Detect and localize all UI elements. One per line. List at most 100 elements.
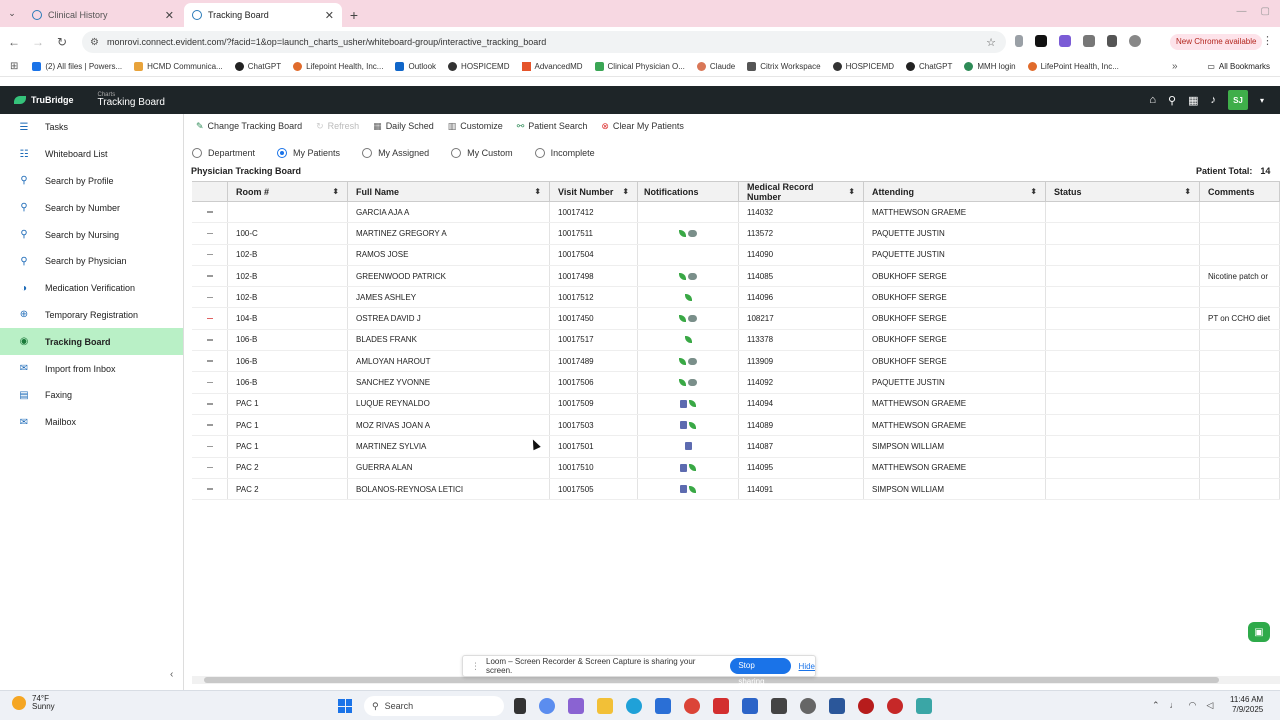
cell-notifications[interactable] <box>638 436 739 457</box>
daily-sched-button[interactable]: ▦ Daily Sched <box>373 121 434 132</box>
cell-full-name[interactable]: OSTREA DAVID J <box>348 308 550 329</box>
customize-button[interactable]: ▥ Customize <box>448 121 503 132</box>
windows-start-icon[interactable] <box>338 699 352 713</box>
cell-visit-number[interactable]: 10017503 <box>550 414 638 436</box>
row-flag-cell[interactable] <box>192 393 228 414</box>
new-chrome-available-button[interactable]: New Chrome available <box>1170 34 1263 50</box>
table-row[interactable]: 102-B JAMES ASHLEY 10017512 114096 OBUKHOFF … <box>192 287 1280 309</box>
cell-room[interactable]: 102-B <box>228 244 348 265</box>
sort-icon[interactable]: ⬍ <box>622 187 629 196</box>
extension-icon[interactable] <box>1035 35 1047 47</box>
sidebar-item-temporary-registration[interactable]: ⊕ Temporary Registration <box>0 302 183 329</box>
cell-status[interactable] <box>1046 202 1200 223</box>
clear-my-patients-button[interactable]: ⊗ Clear My Patients <box>601 121 684 132</box>
table-row[interactable]: 102-B GREENWOOD PATRICK 10017498 114085 OBUK… <box>192 265 1280 288</box>
download-ext-icon[interactable] <box>1015 35 1023 47</box>
cell-status[interactable] <box>1046 393 1200 414</box>
row-flag-cell[interactable] <box>192 287 228 308</box>
microphone-icon[interactable]: ♩ <box>1170 700 1179 711</box>
table-row[interactable]: 106-B BLADES FRANK 10017517 113378 OBUKHOFF … <box>192 329 1280 352</box>
bookmark[interactable]: Claude <box>696 62 735 71</box>
radio-button[interactable] <box>451 148 462 158</box>
site-info-icon[interactable]: ⚙ <box>90 37 99 48</box>
weather-widget[interactable]: 74°F Sunny <box>12 694 55 712</box>
filter-department[interactable]: Department <box>192 148 255 158</box>
bookmark[interactable]: Citrix Workspace <box>747 62 821 71</box>
cell-attending[interactable]: OBUKHOFF SERGE <box>864 351 1046 372</box>
cell-status[interactable] <box>1046 351 1200 372</box>
wifi-icon[interactable]: ◠ <box>1189 700 1197 711</box>
cell-notifications[interactable] <box>638 202 739 223</box>
sort-icon[interactable]: ⬍ <box>332 187 339 196</box>
sort-icon[interactable]: ⬍ <box>848 187 855 196</box>
cell-mrn[interactable]: 114085 <box>739 265 864 287</box>
cell-mrn[interactable]: 114089 <box>739 414 864 436</box>
cell-visit-number[interactable]: 10017450 <box>550 308 638 329</box>
refresh-button[interactable]: ↻ Refresh <box>316 121 359 132</box>
cell-status[interactable] <box>1046 372 1200 393</box>
cell-mrn[interactable]: 114087 <box>739 436 864 457</box>
maximize-icon[interactable]: ▢ <box>1261 6 1270 17</box>
bookmark[interactable]: LifePoint Health, Inc... <box>1027 62 1119 71</box>
cell-comments[interactable] <box>1200 372 1280 393</box>
app-icon[interactable] <box>916 698 932 714</box>
sidebar-item-search-by-nursing[interactable]: ⚲ Search by Nursing <box>0 221 183 248</box>
cell-mrn[interactable]: 114096 <box>739 287 864 308</box>
row-flag-cell[interactable] <box>192 223 228 244</box>
cell-full-name[interactable]: RAMOS JOSE <box>348 244 550 265</box>
cell-room[interactable]: PAC 1 <box>228 414 348 436</box>
cell-visit-number[interactable]: 10017510 <box>550 457 638 478</box>
chrome-menu-icon[interactable]: ⋮ <box>1262 34 1273 47</box>
column-header-visit-number[interactable]: Visit Number ⬍ <box>550 182 638 201</box>
row-flag-cell[interactable] <box>192 265 228 287</box>
table-row[interactable]: 100-C MARTINEZ GREGORY A 10017511 113572 PAQ… <box>192 223 1280 245</box>
user-menu-chevron-icon[interactable]: ▾ <box>1260 96 1264 105</box>
row-flag-cell[interactable] <box>192 308 228 329</box>
url-field[interactable]: ⚙ monrovi.connect.evident.com/?facid=1&o… <box>82 31 1006 53</box>
remote-app-icon[interactable] <box>742 698 758 714</box>
cell-room[interactable]: 106-B <box>228 351 348 372</box>
document-icon[interactable] <box>680 421 687 430</box>
document-icon[interactable] <box>680 485 687 493</box>
cell-full-name[interactable]: AMLOYAN HAROUT <box>348 351 550 372</box>
cell-comments[interactable] <box>1200 478 1280 500</box>
search-icon[interactable]: ⚲ <box>1168 94 1176 107</box>
cell-notifications[interactable] <box>638 351 739 372</box>
orders-leaf-icon[interactable] <box>684 336 692 344</box>
radio-button[interactable] <box>362 148 373 158</box>
row-flag-cell[interactable] <box>192 202 228 223</box>
puzzle-icon[interactable] <box>1083 35 1095 47</box>
cell-room[interactable]: 106-B <box>228 372 348 393</box>
table-row[interactable]: 106-B SANCHEZ YVONNE 10017506 114092 PAQUETT… <box>192 372 1280 394</box>
cell-status[interactable] <box>1046 478 1200 500</box>
row-flag-cell[interactable] <box>192 478 228 500</box>
cell-room[interactable]: PAC 1 <box>228 436 348 457</box>
cell-status[interactable] <box>1046 265 1200 287</box>
cell-attending[interactable]: SIMPSON WILLIAM <box>864 478 1046 500</box>
cell-attending[interactable]: OBUKHOFF SERGE <box>864 265 1046 287</box>
notifications-bell-icon[interactable]: ♪ <box>1210 94 1216 106</box>
cell-attending[interactable]: PAQUETTE JUSTIN <box>864 372 1046 393</box>
cell-notifications[interactable] <box>638 478 739 500</box>
cell-notifications[interactable] <box>638 329 739 351</box>
column-header-full-name[interactable]: Full Name ⬍ <box>348 182 550 201</box>
sidebar-item-faxing[interactable]: ▤ Faxing <box>0 382 183 409</box>
message-icon[interactable] <box>688 357 697 365</box>
sidebar-collapse-icon[interactable]: ‹ <box>170 669 173 680</box>
sidebar-item-tracking-board[interactable]: ◉ Tracking Board <box>0 328 183 356</box>
cell-full-name[interactable]: GARCIA AJA A <box>348 202 550 223</box>
cell-mrn[interactable]: 114032 <box>739 202 864 223</box>
bookmark[interactable]: HOSPICEMD <box>832 62 894 71</box>
cell-notifications[interactable] <box>638 393 739 414</box>
cell-visit-number[interactable]: 10017504 <box>550 244 638 265</box>
cell-status[interactable] <box>1046 457 1200 478</box>
reload-icon[interactable]: ↻ <box>50 35 74 49</box>
cell-comments[interactable] <box>1200 329 1280 351</box>
back-icon[interactable]: ← <box>2 35 26 49</box>
loom-widget-icon[interactable]: ▣ <box>1248 622 1270 642</box>
cell-comments[interactable] <box>1200 244 1280 265</box>
cell-visit-number[interactable]: 10017498 <box>550 265 638 287</box>
apps-grid-icon[interactable]: ▦ <box>1188 94 1198 107</box>
tab-close-icon[interactable]: ✕ <box>165 9 174 22</box>
copilot-icon[interactable] <box>539 698 555 714</box>
